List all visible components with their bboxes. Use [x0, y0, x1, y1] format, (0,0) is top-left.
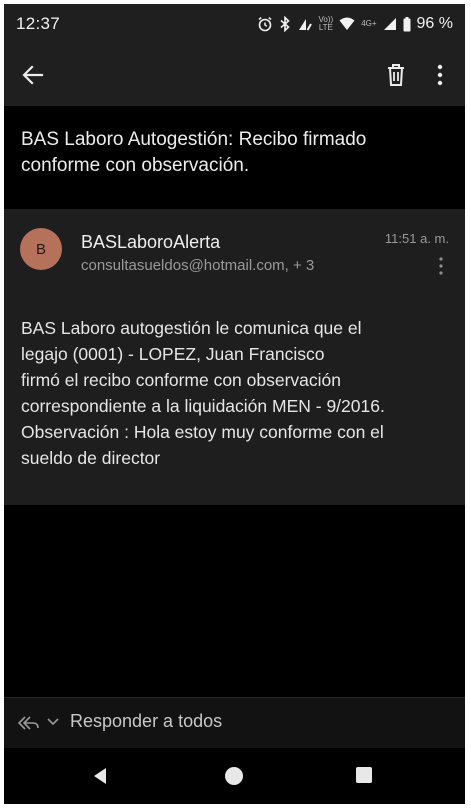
trash-icon[interactable] — [384, 62, 408, 88]
nav-recents-icon[interactable] — [356, 767, 372, 783]
sender-recipients[interactable]: consultasueldos@hotmail.com, + 3 — [81, 257, 314, 274]
body-line: BAS Laboro autogestión le comunica que e… — [21, 318, 362, 338]
nav-back-icon[interactable] — [90, 766, 110, 786]
message-body: BAS Laboro autogestión le comunica que e… — [21, 315, 451, 471]
status-icons: Vo)) LTE 4G+ 96 % — [257, 15, 453, 33]
network-type: 4G+ — [361, 19, 377, 28]
message-card: B BASLaboroAlerta consultasueldos@hotmai… — [4, 209, 465, 505]
body-line: firmó el recibo conforme con observación — [21, 370, 342, 390]
alarm-icon — [258, 17, 272, 32]
sender-name[interactable]: BASLaboroAlerta — [81, 232, 220, 253]
nfc-signal-icon — [298, 19, 312, 31]
body-line: legajo (0001) - LOPEZ, Juan Francisco — [21, 344, 325, 364]
cell-signal-icon — [383, 18, 396, 30]
email-screen: 12:37 Vo)) LTE 4G+ 96 % BAS Laboro Autog… — [4, 4, 465, 804]
email-subject: BAS Laboro Autogestión: Recibo firmado c… — [21, 129, 367, 176]
more-vertical-icon[interactable] — [432, 62, 448, 88]
bluetooth-icon — [279, 16, 290, 32]
status-time: 12:37 — [16, 14, 61, 33]
battery-percent: 96 % — [416, 15, 453, 32]
volte-indicator: Vo)) LTE — [318, 15, 334, 32]
body-line: sueldo de director — [21, 448, 161, 468]
system-nav-bar — [4, 748, 465, 804]
reply-all-button[interactable]: Responder a todos — [4, 698, 465, 748]
message-time: 11:51 a. m. — [384, 231, 449, 246]
chevron-down-icon[interactable] — [46, 717, 60, 727]
message-more-icon[interactable] — [436, 256, 446, 276]
avatar[interactable]: B — [20, 228, 62, 270]
email-toolbar — [4, 44, 465, 106]
battery-icon — [403, 16, 411, 31]
reply-all-label: Responder a todos — [70, 711, 223, 731]
reply-all-icon — [18, 716, 39, 730]
body-line: Observación : Hola estoy muy conforme co… — [21, 422, 384, 442]
nav-home-icon[interactable] — [225, 767, 243, 785]
wifi-icon — [339, 17, 355, 30]
arrow-left-icon[interactable] — [20, 62, 46, 88]
status-bar: 12:37 Vo)) LTE 4G+ 96 % — [4, 4, 465, 44]
body-line: correspondiente a la liquidación MEN - 9… — [21, 396, 385, 416]
